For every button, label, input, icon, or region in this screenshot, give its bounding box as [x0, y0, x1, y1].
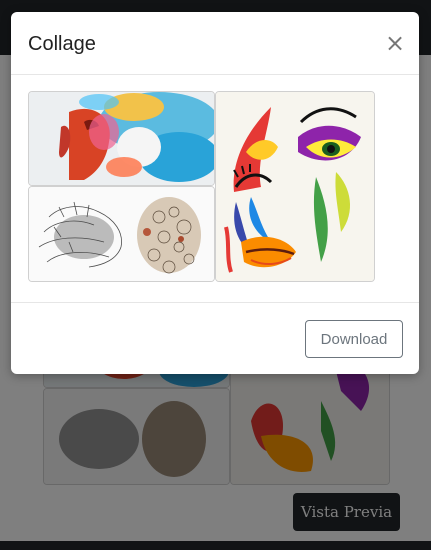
download-button[interactable]: Download — [305, 320, 403, 358]
modal-header: Collage × — [11, 12, 419, 75]
colorful-smoke-profile-image — [28, 91, 215, 186]
collage-preview — [28, 91, 375, 282]
close-icon[interactable]: × — [385, 31, 405, 55]
modal-title: Collage — [28, 33, 96, 55]
modal-footer: Download — [11, 302, 419, 375]
abstract-colorful-face-image — [215, 91, 375, 282]
sketch-heads-image — [28, 186, 215, 282]
collage-modal: Collage × Download — [11, 12, 419, 374]
